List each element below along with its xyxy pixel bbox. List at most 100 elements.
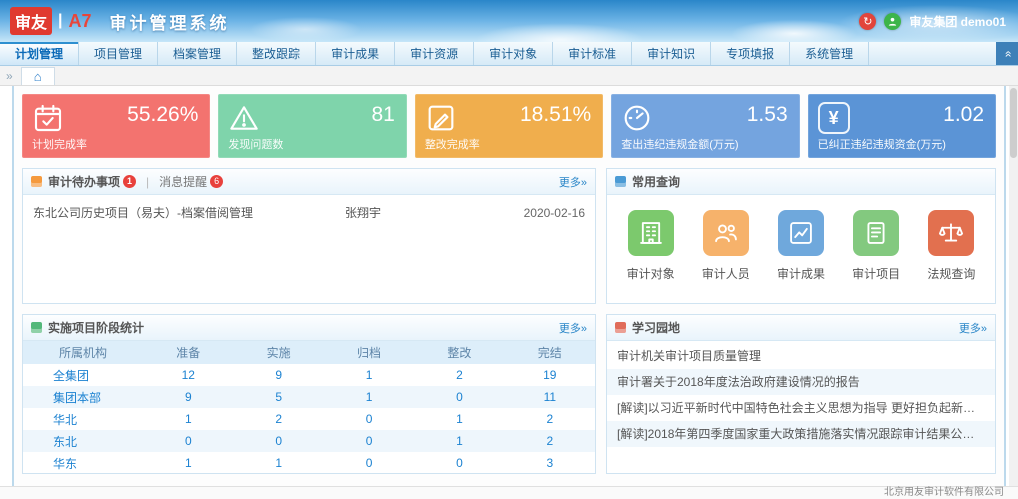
list-item[interactable]: 审计机关审计项目质量管理 <box>607 343 995 369</box>
stat-value[interactable]: 1 <box>233 452 323 474</box>
stat-value[interactable]: 0 <box>143 430 233 452</box>
quick-label: 法规查询 <box>927 265 975 282</box>
quick-audit-results[interactable]: 审计成果 <box>777 210 825 282</box>
user-avatar-icon[interactable] <box>884 13 901 30</box>
stat-value[interactable]: 0 <box>414 452 504 474</box>
quick-label: 审计人员 <box>702 265 750 282</box>
stat-value[interactable]: 1 <box>414 430 504 452</box>
org-link[interactable]: 东北 <box>23 430 143 452</box>
table-row: 东北 0 0 0 1 2 <box>23 430 595 452</box>
person-glyph-icon <box>887 16 898 27</box>
tab-archive-mgmt[interactable]: 档案管理 <box>158 42 237 65</box>
stat-value[interactable]: 1 <box>143 408 233 430</box>
scrollbar[interactable] <box>1009 86 1018 486</box>
product-logo: A7 <box>69 11 92 32</box>
list-item[interactable]: 审计署关于2018年度法治政府建设情况的报告 <box>607 369 995 395</box>
table-header-row: 所属机构 准备 实施 归档 整改 完结 <box>23 341 595 364</box>
people-icon <box>703 210 749 256</box>
tab-project-mgmt[interactable]: 项目管理 <box>79 42 158 65</box>
tab-system-mgmt[interactable]: 系统管理 <box>790 42 869 65</box>
stat-value[interactable]: 0 <box>414 386 504 408</box>
table-row: 华北 1 2 0 1 2 <box>23 408 595 430</box>
list-item[interactable]: [解读]以习近平新时代中国特色社会主义思想为指导 更好担负起新时代审计工作新使.… <box>607 395 995 421</box>
building-icon <box>628 210 674 256</box>
todo-item[interactable]: 东北公司历史项目（易夫）-档案借阅管理 张翔宇 2020-02-16 <box>23 195 595 230</box>
todo-list: 东北公司历史项目（易夫）-档案借阅管理 张翔宇 2020-02-16 <box>23 195 595 230</box>
stat-value[interactable]: 1 <box>143 452 233 474</box>
main-content: 55.26% 计划完成率 81 发现问题数 18.51% 整改完成率 <box>12 86 1006 486</box>
stats-panel-icon <box>31 322 42 333</box>
stat-value[interactable]: 0 <box>324 452 414 474</box>
stat-value[interactable]: 1 <box>324 364 414 386</box>
tab-audit-standards[interactable]: 审计标准 <box>553 42 632 65</box>
tab-plan-mgmt[interactable]: 计划管理 <box>0 42 79 65</box>
kpi-rectify-completion[interactable]: 18.51% 整改完成率 <box>415 94 603 158</box>
tab-audit-results[interactable]: 审计成果 <box>316 42 395 65</box>
quick-audit-projects[interactable]: 审计项目 <box>852 210 900 282</box>
todo-item-person: 张翔宇 <box>345 204 485 221</box>
org-link[interactable]: 集团本部 <box>23 386 143 408</box>
quick-audit-objects[interactable]: 审计对象 <box>627 210 675 282</box>
audit-dashboard: 审友 | A7 审计管理系统 ↻ 审友集团 demo01 计划管理 项目管理 档… <box>0 0 1018 499</box>
gauge-icon <box>621 102 653 134</box>
tab-audit-resources[interactable]: 审计资源 <box>395 42 474 65</box>
quick-audit-staff[interactable]: 审计人员 <box>702 210 750 282</box>
stat-value[interactable]: 2 <box>233 408 323 430</box>
todo-panel-header: 审计待办事项 1 | 消息提醒 6 更多» <box>23 169 595 195</box>
tab-messages[interactable]: 消息提醒 6 <box>159 173 223 190</box>
user-area: ↻ 审友集团 demo01 <box>859 0 1006 42</box>
breadcrumb: » ⌂ <box>0 66 1018 86</box>
kpi-label: 计划完成率 <box>32 136 87 152</box>
stat-value[interactable]: 5 <box>233 386 323 408</box>
stat-value[interactable]: 2 <box>505 430 595 452</box>
stat-value[interactable]: 9 <box>143 386 233 408</box>
stat-value[interactable]: 11 <box>505 386 595 408</box>
warning-icon <box>228 102 260 134</box>
kpi-value: 18.51% <box>520 103 591 127</box>
tab-audit-todo[interactable]: 审计待办事项 1 <box>48 173 136 190</box>
stat-value[interactable]: 0 <box>233 430 323 452</box>
stat-value[interactable]: 2 <box>505 408 595 430</box>
kpi-violation-amount[interactable]: 1.53 查出违纪违规金额(万元) <box>611 94 799 158</box>
table-row: 全集团 12 9 1 2 19 <box>23 364 595 386</box>
breadcrumb-arrow-icon[interactable]: » <box>6 67 13 85</box>
stage-stats-panel: 实施项目阶段统计 更多» 所属机构 准备 实施 归档 整改 完结 <box>22 314 596 474</box>
scrollbar-thumb[interactable] <box>1010 88 1017 158</box>
quick-panel-title: 常用查询 <box>632 173 680 190</box>
quick-label: 审计成果 <box>777 265 825 282</box>
kpi-label: 已纠正违纪违规资金(万元) <box>818 136 946 152</box>
quick-query-list: 审计对象 审计人员 审计成果 <box>607 195 995 282</box>
todo-more-link[interactable]: 更多» <box>559 174 587 190</box>
stat-value[interactable]: 12 <box>143 364 233 386</box>
collapse-nav-icon[interactable]: » <box>996 42 1018 65</box>
kpi-corrected-funds[interactable]: ¥ 1.02 已纠正违纪违规资金(万元) <box>808 94 996 158</box>
stat-value[interactable]: 3 <box>505 452 595 474</box>
tab-rectify-tracking[interactable]: 整改跟踪 <box>237 42 316 65</box>
kpi-problems-found[interactable]: 81 发现问题数 <box>218 94 406 158</box>
org-link[interactable]: 华东 <box>23 452 143 474</box>
list-item[interactable]: [解读]2018年第四季度国家重大政策措施落实情况跟踪审计结果公告解读 <box>607 421 995 447</box>
learning-more-link[interactable]: 更多» <box>959 320 987 336</box>
stat-value[interactable]: 9 <box>233 364 323 386</box>
tab-audit-objects[interactable]: 审计对象 <box>474 42 553 65</box>
stat-value[interactable]: 19 <box>505 364 595 386</box>
stat-value[interactable]: 2 <box>414 364 504 386</box>
kpi-row: 55.26% 计划完成率 81 发现问题数 18.51% 整改完成率 <box>22 94 996 158</box>
refresh-icon[interactable]: ↻ <box>859 13 876 30</box>
bottom-row: 实施项目阶段统计 更多» 所属机构 准备 实施 归档 整改 完结 <box>22 314 996 474</box>
org-link[interactable]: 全集团 <box>23 364 143 386</box>
user-info[interactable]: 审友集团 demo01 <box>909 13 1006 30</box>
stats-more-link[interactable]: 更多» <box>559 320 587 336</box>
stat-value[interactable]: 1 <box>324 386 414 408</box>
tab-special-report[interactable]: 专项填报 <box>711 42 790 65</box>
stat-value[interactable]: 0 <box>324 408 414 430</box>
quick-regulation-query[interactable]: 法规查询 <box>927 210 975 282</box>
home-tab[interactable]: ⌂ <box>21 67 55 85</box>
kpi-plan-completion[interactable]: 55.26% 计划完成率 <box>22 94 210 158</box>
kpi-value: 81 <box>371 103 394 127</box>
stat-value[interactable]: 0 <box>324 430 414 452</box>
yen-icon: ¥ <box>818 102 850 134</box>
tab-audit-knowledge[interactable]: 审计知识 <box>632 42 711 65</box>
stat-value[interactable]: 1 <box>414 408 504 430</box>
org-link[interactable]: 华北 <box>23 408 143 430</box>
